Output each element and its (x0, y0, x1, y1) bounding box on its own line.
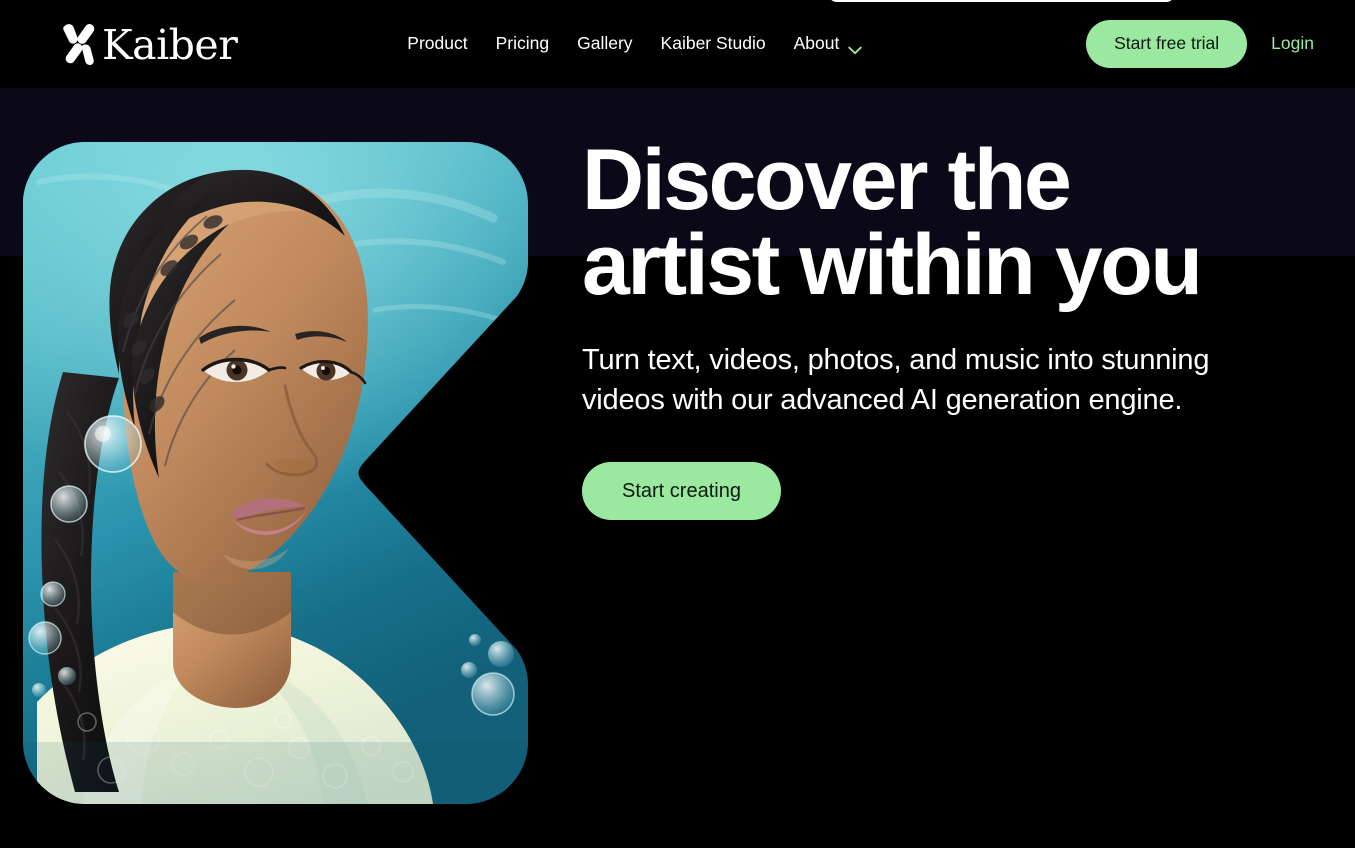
hero-title-line-1: Discover the (582, 132, 1072, 228)
nav-item-label: Gallery (577, 33, 633, 54)
nav-item-label: About (793, 33, 840, 54)
header-actions: Start free trial Login (1086, 20, 1318, 68)
nav-item-kaiber-studio[interactable]: Kaiber Studio (661, 25, 766, 63)
start-creating-button[interactable]: Start creating (582, 462, 781, 521)
kaiber-landing-page: Kaiber Product Pricing Gallery Kaiber St… (0, 0, 1355, 848)
nav-item-label: Pricing (495, 33, 550, 54)
nav-item-about[interactable]: About (794, 25, 863, 63)
nav-item-gallery[interactable]: Gallery (577, 25, 632, 63)
hero-subtitle: Turn text, videos, photos, and music int… (582, 344, 1210, 417)
hero-section: Portrait of a woman with braided hair un… (0, 88, 1355, 848)
hero-image: Portrait of a woman with braided hair un… (23, 142, 528, 804)
kaiber-k-mark-icon (62, 23, 96, 65)
hero-title-line-2: artist within you (582, 217, 1203, 314)
chevron-down-icon (848, 41, 863, 54)
primary-navigation: Product Pricing Gallery Kaiber Studio Ab… (407, 25, 890, 63)
nav-item-product[interactable]: Product (407, 25, 467, 63)
hero-copy: Discover the artist within you Turn text… (582, 137, 1342, 521)
page-title: Discover the artist within you (582, 137, 1342, 308)
brand-wordmark: Kaiber (102, 20, 238, 69)
brand-logo-link[interactable]: Kaiber (62, 0, 238, 88)
top-cutoff-banner[interactable] (828, 0, 1175, 2)
nav-item-pricing[interactable]: Pricing (496, 25, 550, 63)
login-link[interactable]: Login (1267, 27, 1318, 61)
start-free-trial-button[interactable]: Start free trial (1086, 20, 1248, 68)
nav-item-label: Product (407, 33, 468, 54)
nav-item-label: Kaiber Studio (660, 33, 766, 54)
site-header: Kaiber Product Pricing Gallery Kaiber St… (0, 0, 1355, 88)
